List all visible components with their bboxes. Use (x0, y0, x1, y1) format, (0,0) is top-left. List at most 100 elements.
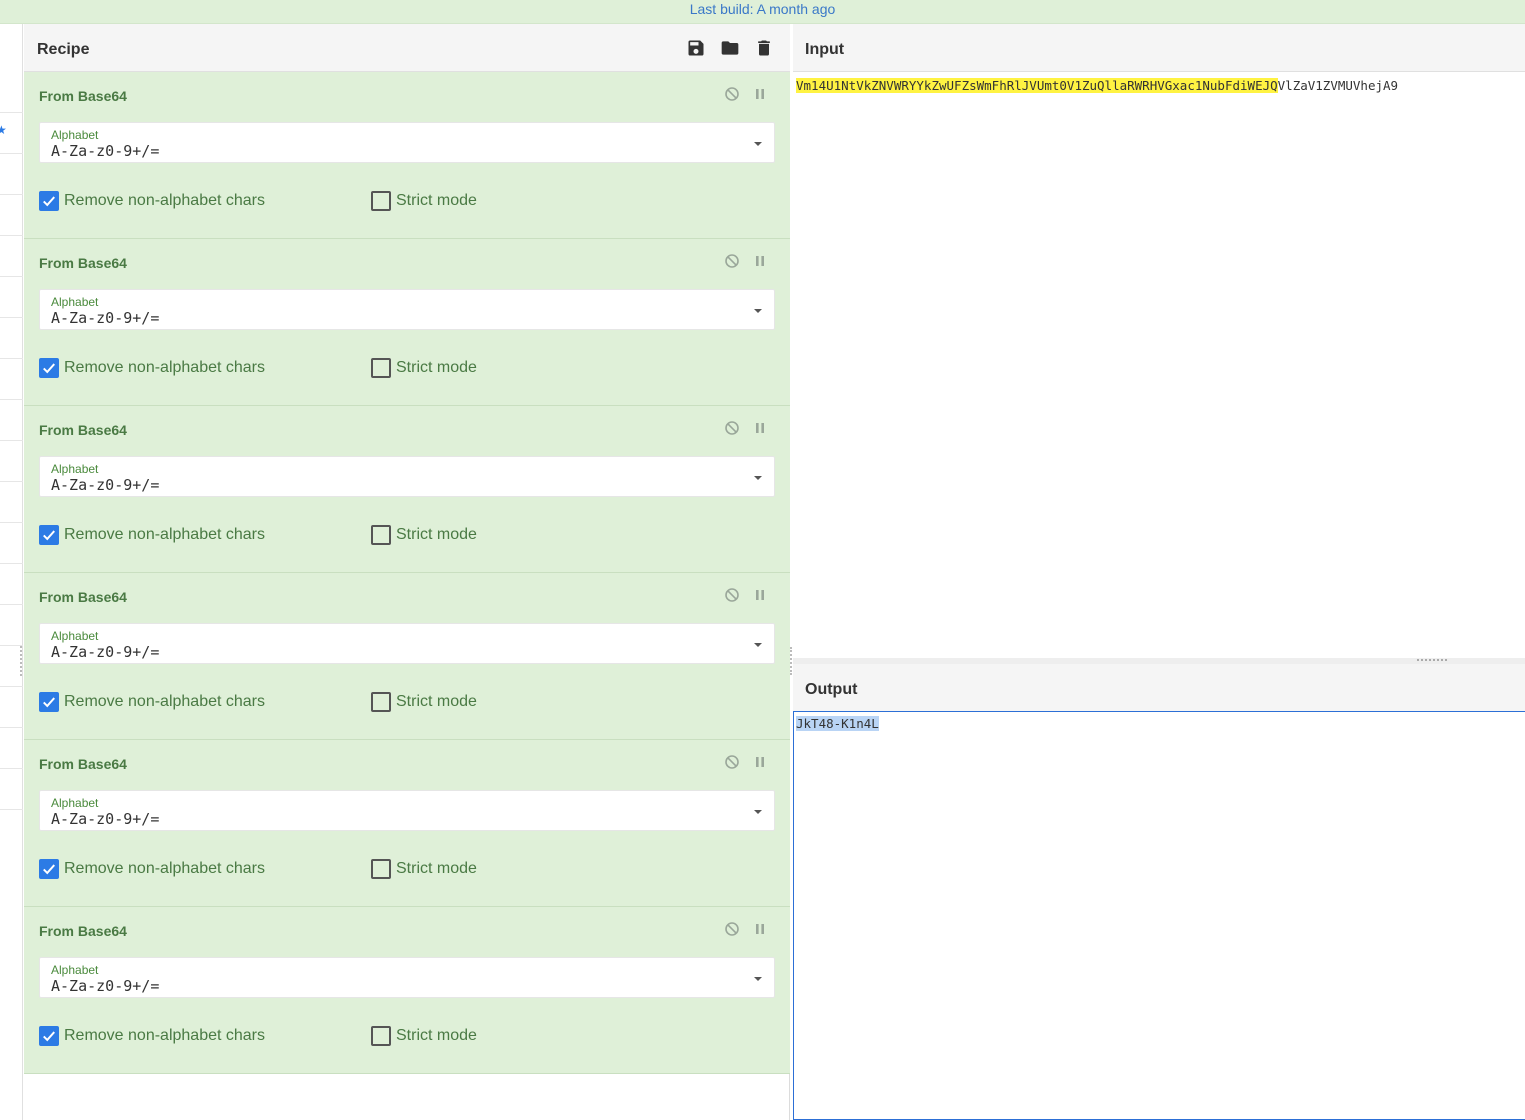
recipe-panel: Recipe From Base64 Alphabet A-Za-z0-9+/= Re… (24, 24, 790, 1120)
strict-mode-checkbox[interactable] (371, 1026, 391, 1046)
alphabet-label: Alphabet (51, 128, 99, 142)
remove-non-alphabet-checkbox[interactable] (39, 692, 59, 712)
operation-list-item[interactable] (0, 523, 23, 564)
recipe-operation-from-base64[interactable]: From Base64 Alphabet A-Za-z0-9+/= Remove no… (24, 239, 790, 406)
strict-mode-checkbox[interactable] (371, 191, 391, 211)
disable-icon[interactable] (724, 420, 740, 436)
output-header: Output (793, 664, 1525, 711)
input-remaining-text: VlZaV1ZVMUVhejA9 (1277, 78, 1399, 93)
dropdown-caret-icon[interactable] (754, 810, 762, 814)
remove-non-alphabet-checkbox[interactable] (39, 859, 59, 879)
remove-non-alphabet-checkbox[interactable] (39, 358, 59, 378)
input-panel: Input Vm14U1NtVkZNVWRYYkZwUFZsWmFhRlJVUm… (793, 24, 1525, 658)
pause-icon[interactable] (752, 587, 768, 603)
output-textarea[interactable]: JkT48-K1n4L (793, 711, 1525, 1120)
pause-icon[interactable] (752, 420, 768, 436)
resize-handle[interactable] (20, 646, 23, 676)
pause-icon[interactable] (752, 86, 768, 102)
alphabet-select[interactable]: Alphabet A-Za-z0-9+/= (39, 623, 775, 664)
operation-list-item[interactable] (0, 687, 23, 728)
trash-icon[interactable] (754, 38, 774, 58)
remove-non-alphabet-label[interactable]: Remove non-alphabet chars (64, 526, 265, 544)
disable-icon[interactable] (724, 253, 740, 269)
alphabet-value: A-Za-z0-9+/= (51, 643, 160, 661)
disable-icon[interactable] (724, 754, 740, 770)
recipe-operation-from-base64[interactable]: From Base64 Alphabet A-Za-z0-9+/= Remove no… (24, 406, 790, 573)
remove-non-alphabet-label[interactable]: Remove non-alphabet chars (64, 359, 265, 377)
strict-mode-label[interactable]: Strict mode (396, 526, 477, 544)
dropdown-caret-icon[interactable] (754, 142, 762, 146)
alphabet-select[interactable]: Alphabet A-Za-z0-9+/= (39, 289, 775, 330)
operation-list-item[interactable] (0, 564, 23, 605)
pause-icon[interactable] (752, 253, 768, 269)
strict-mode-checkbox[interactable] (371, 859, 391, 879)
recipe-operation-from-base64[interactable]: From Base64 Alphabet A-Za-z0-9+/= Remove no… (24, 72, 790, 239)
recipe-header: Recipe (24, 24, 790, 72)
strict-mode-checkbox[interactable] (371, 525, 391, 545)
alphabet-select[interactable]: Alphabet A-Za-z0-9+/= (39, 957, 775, 998)
alphabet-value: A-Za-z0-9+/= (51, 977, 160, 995)
operation-title: From Base64 (39, 88, 127, 104)
operation-list-item[interactable] (0, 72, 23, 113)
operation-list-item[interactable] (0, 400, 23, 441)
operation-title: From Base64 (39, 255, 127, 271)
strict-mode-label[interactable]: Strict mode (396, 359, 477, 377)
alphabet-value: A-Za-z0-9+/= (51, 476, 160, 494)
operations-panel: ★ (0, 24, 23, 1120)
recipe-operation-from-base64[interactable]: From Base64 Alphabet A-Za-z0-9+/= Remove no… (24, 740, 790, 907)
output-title: Output (805, 681, 858, 698)
operation-list-item[interactable] (0, 482, 23, 523)
operation-list-item[interactable] (0, 769, 23, 810)
save-icon[interactable] (686, 38, 706, 58)
folder-icon[interactable] (720, 38, 740, 58)
remove-non-alphabet-label[interactable]: Remove non-alphabet chars (64, 192, 265, 210)
alphabet-label: Alphabet (51, 796, 99, 810)
operation-list-item[interactable] (0, 605, 23, 646)
remove-non-alphabet-label[interactable]: Remove non-alphabet chars (64, 1027, 265, 1045)
dropdown-caret-icon[interactable] (754, 309, 762, 313)
output-panel: Output JkT48-K1n4L (793, 664, 1525, 1120)
operation-title: From Base64 (39, 589, 127, 605)
alphabet-value: A-Za-z0-9+/= (51, 810, 160, 828)
dropdown-caret-icon[interactable] (754, 476, 762, 480)
strict-mode-label[interactable]: Strict mode (396, 693, 477, 711)
pause-icon[interactable] (752, 754, 768, 770)
dropdown-caret-icon[interactable] (754, 643, 762, 647)
operation-list-item[interactable] (0, 154, 23, 195)
operation-list-item[interactable] (0, 441, 23, 482)
output-text: JkT48-K1n4L (796, 716, 879, 731)
recipe-operation-from-base64[interactable]: From Base64 Alphabet A-Za-z0-9+/= Remove no… (24, 573, 790, 740)
alphabet-select[interactable]: Alphabet A-Za-z0-9+/= (39, 456, 775, 497)
input-textarea[interactable]: Vm14U1NtVkZNVWRYYkZwUFZsWmFhRlJVUmt0V1Zu… (796, 78, 1398, 93)
alphabet-select[interactable]: Alphabet A-Za-z0-9+/= (39, 790, 775, 831)
strict-mode-checkbox[interactable] (371, 358, 391, 378)
disable-icon[interactable] (724, 86, 740, 102)
strict-mode-label[interactable]: Strict mode (396, 860, 477, 878)
operation-list-item[interactable] (0, 318, 23, 359)
favourite-star-icon: ★ (0, 123, 7, 137)
operation-list-item[interactable] (0, 277, 23, 318)
remove-non-alphabet-label[interactable]: Remove non-alphabet chars (64, 693, 265, 711)
pause-icon[interactable] (752, 921, 768, 937)
remove-non-alphabet-checkbox[interactable] (39, 1026, 59, 1046)
disable-icon[interactable] (724, 921, 740, 937)
operation-list-item[interactable] (0, 359, 23, 400)
operation-list-item[interactable] (0, 236, 23, 277)
input-header: Input (793, 24, 1525, 72)
alphabet-select[interactable]: Alphabet A-Za-z0-9+/= (39, 122, 775, 163)
remove-non-alphabet-checkbox[interactable] (39, 191, 59, 211)
dropdown-caret-icon[interactable] (754, 977, 762, 981)
operation-title: From Base64 (39, 422, 127, 438)
strict-mode-label[interactable]: Strict mode (396, 192, 477, 210)
strict-mode-label[interactable]: Strict mode (396, 1027, 477, 1045)
remove-non-alphabet-checkbox[interactable] (39, 525, 59, 545)
disable-icon[interactable] (724, 587, 740, 603)
operation-title: From Base64 (39, 923, 127, 939)
alphabet-label: Alphabet (51, 462, 99, 476)
strict-mode-checkbox[interactable] (371, 692, 391, 712)
operation-list-item[interactable] (0, 195, 23, 236)
operation-list-item[interactable] (0, 728, 23, 769)
build-status-bar: Last build: A month ago (0, 0, 1525, 24)
recipe-operation-from-base64[interactable]: From Base64 Alphabet A-Za-z0-9+/= Remove no… (24, 907, 790, 1074)
remove-non-alphabet-label[interactable]: Remove non-alphabet chars (64, 860, 265, 878)
